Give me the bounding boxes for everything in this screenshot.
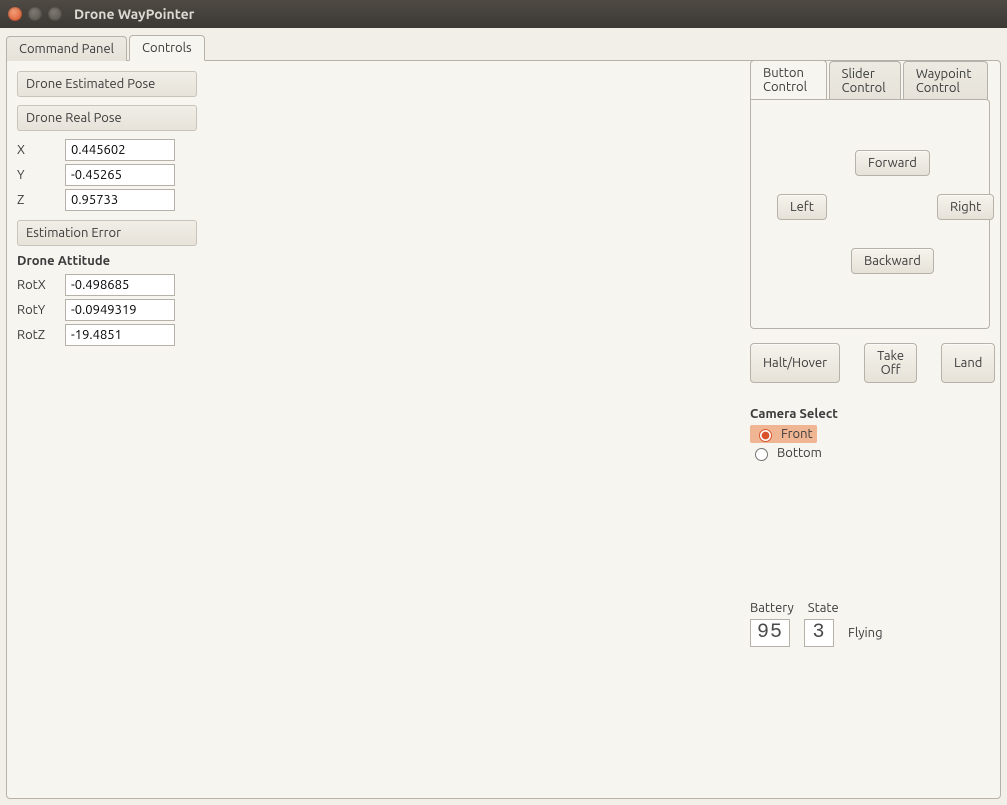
state-text: Flying	[848, 626, 883, 640]
window-controls	[8, 7, 62, 21]
pose-sidebar: Drone Estimated Pose Drone Real Pose X Y…	[17, 71, 736, 788]
roty-input[interactable]	[65, 299, 175, 321]
pose-z-label: Z	[17, 193, 57, 207]
titlebar: Drone WayPointer	[0, 0, 1007, 28]
tab-slider-control[interactable]: Slider Control	[829, 61, 901, 100]
attitude-header: Drone Attitude	[17, 254, 736, 268]
battery-label: Battery	[750, 601, 794, 615]
camera-front-option[interactable]: Front	[750, 425, 817, 443]
lower-panel: Camera Select Front Bottom Battery	[750, 407, 990, 779]
window-title: Drone WayPointer	[74, 6, 194, 22]
flight-action-row: Halt/Hover Take Off Land Reset	[750, 343, 990, 383]
state-label: State	[808, 601, 839, 615]
controls-pane: Button Control Slider Control Waypoint C…	[6, 60, 1001, 799]
pose-y-input[interactable]	[65, 164, 175, 186]
pose-z-input[interactable]	[65, 189, 175, 211]
pose-x-label: X	[17, 143, 57, 157]
estimated-pose-header[interactable]: Drone Estimated Pose	[17, 71, 197, 97]
right-button[interactable]: Right	[937, 194, 994, 220]
button-control-pane: Forward Left Right Backward Rotate Count…	[750, 99, 990, 329]
state-value: 3	[804, 619, 834, 647]
inner-tabbar: Button Control Slider Control Waypoint C…	[750, 71, 990, 99]
battery-value: 95	[750, 619, 790, 647]
estimation-error-header[interactable]: Estimation Error	[17, 220, 197, 246]
minimize-icon[interactable]	[28, 7, 42, 21]
outer-tabbar: Command Panel Controls	[6, 32, 1001, 60]
backward-button[interactable]: Backward	[851, 248, 934, 274]
roty-label: RotY	[17, 303, 57, 317]
close-icon[interactable]	[8, 7, 22, 21]
rotx-label: RotX	[17, 278, 57, 292]
halt-hover-button[interactable]: Halt/Hover	[750, 343, 840, 383]
rotx-input[interactable]	[65, 274, 175, 296]
tab-button-control[interactable]: Button Control	[750, 60, 827, 100]
camera-bottom-label: Bottom	[777, 446, 822, 460]
real-pose-header[interactable]: Drone Real Pose	[17, 105, 197, 131]
pose-y-label: Y	[17, 168, 57, 182]
status-block: Battery State 95 3 Flying	[750, 601, 1007, 647]
window-body: Command Panel Controls Button Control Sl…	[0, 28, 1007, 805]
land-button[interactable]: Land	[941, 343, 995, 383]
forward-button[interactable]: Forward	[855, 150, 930, 176]
tab-command-panel[interactable]: Command Panel	[6, 36, 127, 61]
left-lower: Camera Select Front Bottom Battery	[750, 407, 1007, 779]
maximize-icon[interactable]	[48, 7, 62, 21]
inner-tab-container: Button Control Slider Control Waypoint C…	[750, 71, 990, 779]
pose-x-input[interactable]	[65, 139, 175, 161]
tab-controls[interactable]: Controls	[129, 35, 205, 61]
camera-bottom-radio[interactable]	[755, 448, 768, 461]
camera-bottom-option[interactable]: Bottom	[750, 445, 1007, 461]
rotz-input[interactable]	[65, 324, 175, 346]
camera-front-radio[interactable]	[759, 429, 772, 442]
camera-select-title: Camera Select	[750, 407, 1007, 421]
camera-front-label: Front	[781, 427, 813, 441]
takeoff-button[interactable]: Take Off	[864, 343, 917, 383]
tab-waypoint-control[interactable]: Waypoint Control	[903, 61, 988, 100]
rotz-label: RotZ	[17, 328, 57, 342]
left-button[interactable]: Left	[777, 194, 827, 220]
